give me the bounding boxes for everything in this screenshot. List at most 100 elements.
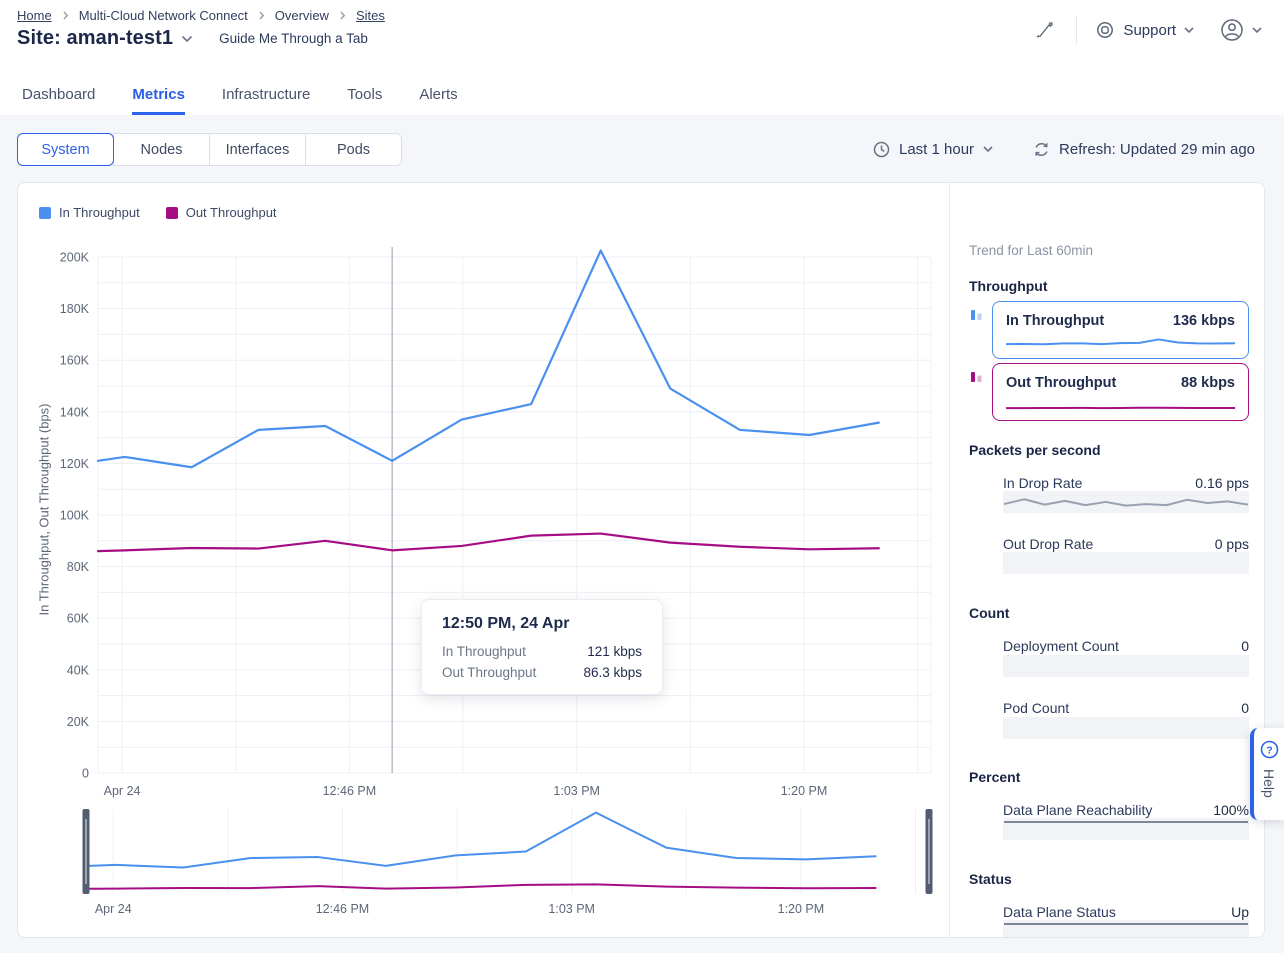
y-tick-label: 200K xyxy=(60,251,90,265)
pod-count-sparkline xyxy=(1003,717,1249,739)
guide-me-link[interactable]: Guide Me Through a Tab xyxy=(219,31,368,46)
in-drop-rate-sparkline xyxy=(1003,491,1249,513)
sparkline-path xyxy=(1006,339,1235,344)
tab-tools[interactable]: Tools xyxy=(347,86,382,115)
mini-series-line-out-throughput xyxy=(89,884,876,888)
clock-icon xyxy=(873,141,890,158)
refresh-status-text: Refresh: Updated 29 min ago xyxy=(1059,141,1255,158)
refresh-icon xyxy=(1033,141,1050,158)
metric-card-in-throughput[interactable]: In Throughput 136 kbps xyxy=(992,301,1249,359)
legend-in-throughput[interactable]: In Throughput xyxy=(39,205,140,220)
tab-infrastructure[interactable]: Infrastructure xyxy=(222,86,310,115)
metric-value: Up xyxy=(1231,904,1249,920)
x-tick-label: Apr 24 xyxy=(104,784,141,798)
legend-out-throughput[interactable]: Out Throughput xyxy=(166,205,277,220)
trend-panel: Trend for Last 60min Throughput In Throu… xyxy=(949,183,1265,938)
y-tick-label: 40K xyxy=(67,663,90,677)
breadcrumb-multi-cloud-network-connect[interactable]: Multi-Cloud Network Connect xyxy=(79,8,248,23)
support-icon xyxy=(1095,20,1115,40)
y-tick-label: 0 xyxy=(82,767,89,781)
y-tick-label: 160K xyxy=(60,354,90,368)
mini-x-tick-label: 12:46 PM xyxy=(316,902,370,916)
chart-tooltip: 12:50 PM, 24 Apr In Throughput 121 kbps … xyxy=(421,599,663,695)
chevron-right-icon xyxy=(257,11,266,20)
tooltip-row-label: In Throughput xyxy=(442,644,526,659)
metric-label: Pod Count xyxy=(1003,700,1069,716)
metric-card-value: 88 kbps xyxy=(1181,375,1235,391)
series-line-out-throughput xyxy=(98,534,879,552)
metrics-card: In Throughput Out Throughput In Throughp… xyxy=(17,182,1265,938)
metrics-view-switch: System Nodes Interfaces Pods xyxy=(17,133,402,166)
account-menu[interactable] xyxy=(1220,18,1262,42)
metric-out-drop-rate: Out Drop Rate 0 pps xyxy=(1003,536,1249,552)
help-tab[interactable]: ? Help xyxy=(1250,728,1284,820)
throughput-line-chart[interactable]: 020K40K60K80K100K120K140K160K180K200KApr… xyxy=(41,241,946,801)
tab-dashboard[interactable]: Dashboard xyxy=(22,86,95,115)
theme-brush-icon[interactable] xyxy=(1034,19,1056,41)
tab-metrics[interactable]: Metrics xyxy=(132,86,185,115)
mini-x-tick-label: 1:03 PM xyxy=(548,902,595,916)
metric-value: 0.16 pps xyxy=(1195,475,1249,491)
mini-x-tick-label: 1:20 PM xyxy=(778,902,825,916)
help-question-icon: ? xyxy=(1260,740,1279,759)
svg-text:?: ? xyxy=(1266,744,1272,756)
view-tab-interfaces[interactable]: Interfaces xyxy=(209,133,306,166)
out-drop-rate-sparkline xyxy=(1003,552,1249,574)
time-range-selector[interactable]: Last 1 hour xyxy=(873,141,993,158)
breadcrumb-sites[interactable]: Sites xyxy=(356,8,385,23)
y-tick-label: 60K xyxy=(67,612,90,626)
in-throughput-sparkline xyxy=(1005,335,1236,353)
metric-data-plane-status: Data Plane Status Up xyxy=(1003,904,1249,920)
metric-value: 0 xyxy=(1241,638,1249,654)
tooltip-row-value: 86.3 kbps xyxy=(583,665,642,680)
help-label: Help xyxy=(1261,769,1277,798)
tooltip-row-label: Out Throughput xyxy=(442,665,536,680)
mini-x-tick-label: Apr 24 xyxy=(95,902,132,916)
nav-tabs: Dashboard Metrics Infrastructure Tools A… xyxy=(0,80,1284,115)
tab-alerts[interactable]: Alerts xyxy=(419,86,457,115)
sparkline-path xyxy=(1004,499,1248,505)
section-title-pps: Packets per second xyxy=(969,442,1101,458)
section-title-throughput: Throughput xyxy=(969,278,1048,294)
legend-label-in: In Throughput xyxy=(59,205,140,220)
view-tab-nodes[interactable]: Nodes xyxy=(113,133,210,166)
legend-swatch-out xyxy=(166,207,178,219)
support-menu[interactable]: Support xyxy=(1095,20,1194,40)
metric-card-label: Out Throughput xyxy=(1006,375,1116,391)
gridlines xyxy=(98,257,931,773)
chevron-right-icon xyxy=(61,11,70,20)
metric-label: Out Drop Rate xyxy=(1003,536,1093,552)
y-tick-label: 140K xyxy=(60,405,90,419)
tooltip-title: 12:50 PM, 24 Apr xyxy=(442,615,642,633)
refresh-control[interactable]: Refresh: Updated 29 min ago xyxy=(1033,141,1255,158)
chevron-down-icon[interactable] xyxy=(181,35,193,43)
breadcrumb-overview[interactable]: Overview xyxy=(275,8,329,23)
chevron-right-icon xyxy=(338,11,347,20)
trend-panel-title: Trend for Last 60min xyxy=(969,243,1093,258)
chevron-down-icon xyxy=(983,146,993,153)
metric-value: 0 xyxy=(1241,700,1249,716)
legend-label-out: Out Throughput xyxy=(186,205,277,220)
metric-data-plane-reachability: Data Plane Reachability 100% xyxy=(1003,802,1249,818)
chevron-down-icon xyxy=(1184,27,1194,34)
view-tab-pods[interactable]: Pods xyxy=(305,133,402,166)
metric-card-out-throughput[interactable]: Out Throughput 88 kbps xyxy=(992,363,1249,421)
section-title-percent: Percent xyxy=(969,769,1020,785)
bar-chart-icon[interactable] xyxy=(968,368,986,386)
metric-label: Deployment Count xyxy=(1003,638,1119,654)
breadcrumb-home[interactable]: Home xyxy=(17,8,52,23)
metric-deployment-count: Deployment Count 0 xyxy=(1003,638,1249,654)
range-navigator-chart[interactable]: Apr 24 12:46 PM 1:03 PM 1:20 PM xyxy=(41,801,946,926)
data-plane-reachability-sparkline xyxy=(1003,818,1249,840)
bar-chart-icon[interactable] xyxy=(968,306,986,324)
chevron-down-icon xyxy=(1252,27,1262,34)
support-label: Support xyxy=(1123,22,1176,39)
y-tick-label: 180K xyxy=(60,302,90,316)
deployment-count-sparkline xyxy=(1003,655,1249,677)
y-tick-label: 80K xyxy=(67,560,90,574)
view-tab-system[interactable]: System xyxy=(17,133,114,166)
page-title: Site: aman-test1 xyxy=(17,27,173,50)
data-plane-status-sparkline xyxy=(1003,920,1249,938)
legend-swatch-in xyxy=(39,207,51,219)
tooltip-row-value: 121 kbps xyxy=(587,644,642,659)
